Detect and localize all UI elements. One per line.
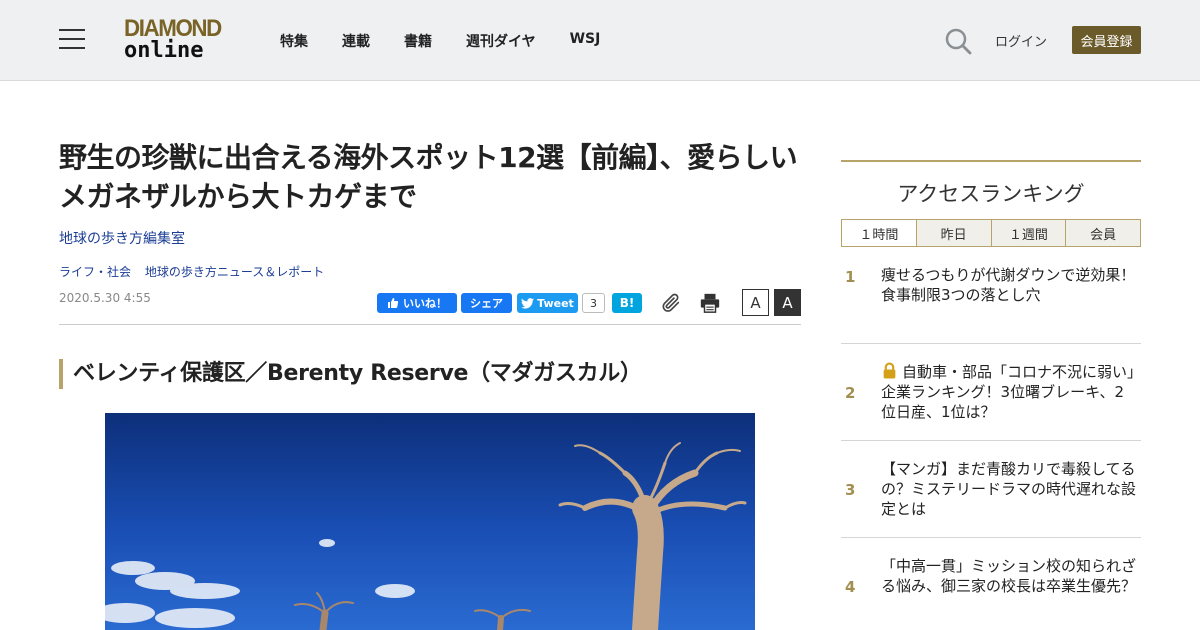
site-header: DIAMOND online 特集 連載 書籍 週刊ダイヤ WSJ ログイン 会… (0, 0, 1200, 81)
ranking-item-title: 自動車・部品「コロナ不況に弱い」企業ランキング！3位曙ブレーキ、2位日産、1位は… (881, 363, 1135, 421)
tab-1-week[interactable]: １週間 (990, 220, 1066, 246)
facebook-like-label: いいね！ (403, 297, 447, 310)
tweet-label: Tweet (537, 296, 574, 310)
category-link-life[interactable]: ライフ・社会 (59, 265, 131, 279)
facebook-share-label: シェア (470, 297, 503, 310)
ranking-item-title-wrap: 自動車・部品「コロナ不況に弱い」企業ランキング！3位曙ブレーキ、2位日産、1位は… (881, 362, 1139, 422)
facebook-like-button[interactable]: いいね！ (377, 293, 457, 313)
ranking-list: 1 痩せるつもりが代謝ダウンで逆効果！食事制限3つの落とし穴 2 自動車・部品「… (841, 247, 1141, 630)
article-divider (59, 324, 801, 325)
ranking-item-title: 痩せるつもりが代謝ダウンで逆効果！食事制限3つの落とし穴 (881, 266, 1136, 304)
section-heading: ベレンティ保護区／Berenty Reserve（マダガスカル） (59, 359, 642, 389)
tab-1-hour[interactable]: １時間 (842, 220, 916, 246)
tweet-count: 3 (582, 293, 605, 313)
nav-item-weekly[interactable]: 週刊ダイヤ (466, 31, 536, 51)
tab-members[interactable]: 会員 (1065, 220, 1140, 246)
font-size-small-button[interactable]: A (742, 289, 769, 316)
lock-icon (883, 362, 896, 379)
hero-image-baobab (105, 413, 755, 630)
nav-item-books[interactable]: 書籍 (404, 31, 432, 51)
hatena-bookmark-button[interactable]: B! (612, 293, 642, 313)
register-button[interactable]: 会員登録 (1072, 26, 1141, 54)
category-link-news[interactable]: 地球の歩き方ニュース＆レポート (145, 265, 324, 279)
ranking-item-title: 「中高一貫」ミッション校の知られざる悩み、御三家の校長は卒業生優先？ (881, 557, 1137, 595)
ranking-item[interactable]: 1 痩せるつもりが代謝ダウンで逆効果！食事制限3つの落とし穴 (841, 247, 1141, 344)
category-links: ライフ・社会 地球の歩き方ニュース＆レポート (59, 263, 334, 280)
login-link[interactable]: ログイン (995, 31, 1047, 50)
author-link[interactable]: 地球の歩き方編集室 (59, 228, 185, 248)
ranking-item[interactable]: 2 自動車・部品「コロナ不況に弱い」企業ランキング！3位曙ブレーキ、2位日産、1… (841, 344, 1141, 441)
facebook-like-icon (388, 298, 399, 308)
ranking-title: アクセスランキング (897, 182, 1085, 206)
site-logo[interactable]: DIAMOND online (124, 17, 228, 65)
ranking-number: 3 (845, 481, 856, 499)
ranking-number: 4 (845, 578, 856, 596)
main-nav: 特集 連載 書籍 週刊ダイヤ WSJ (280, 31, 634, 51)
logo-line1: DIAMOND (124, 15, 222, 42)
clip-icon[interactable] (660, 292, 682, 314)
twitter-bird-icon (521, 297, 535, 309)
publish-date: 2020.5.30 4:55 (59, 291, 151, 305)
ranking-item[interactable]: 4 「中高一貫」ミッション校の知られざる悩み、御三家の校長は卒業生優先？ (841, 538, 1141, 630)
search-icon[interactable] (944, 27, 972, 55)
ranking-top-rule (841, 160, 1141, 162)
logo-line2: online (124, 38, 204, 63)
ranking-tabs: １時間 昨日 １週間 会員 (841, 219, 1141, 247)
menu-icon[interactable] (59, 29, 85, 50)
ranking-number: 2 (845, 384, 856, 402)
print-icon[interactable] (699, 292, 721, 314)
nav-item-wsj[interactable]: WSJ (570, 31, 601, 51)
nav-item-series[interactable]: 連載 (342, 31, 370, 51)
tab-yesterday[interactable]: 昨日 (915, 220, 991, 246)
font-size-large-button[interactable]: A (774, 289, 801, 316)
nav-item-special[interactable]: 特集 (280, 31, 308, 51)
ranking-item[interactable]: 3 【マンガ】まだ青酸カリで毒殺してるの？ミステリードラマの時代遅れな設定とは (841, 441, 1141, 538)
tweet-button[interactable]: Tweet (517, 293, 578, 313)
access-ranking: アクセスランキング １時間 昨日 １週間 会員 1 痩せるつもりが代謝ダウンで逆… (841, 160, 1141, 630)
facebook-share-button[interactable]: シェア (461, 293, 512, 313)
ranking-item-title: 【マンガ】まだ青酸カリで毒殺してるの？ミステリードラマの時代遅れな設定とは (881, 460, 1137, 518)
article-title: 野生の珍獣に出合える海外スポット12選【前編】、愛らしいメガネザルから大トカゲま… (59, 141, 798, 213)
ranking-number: 1 (845, 268, 856, 286)
